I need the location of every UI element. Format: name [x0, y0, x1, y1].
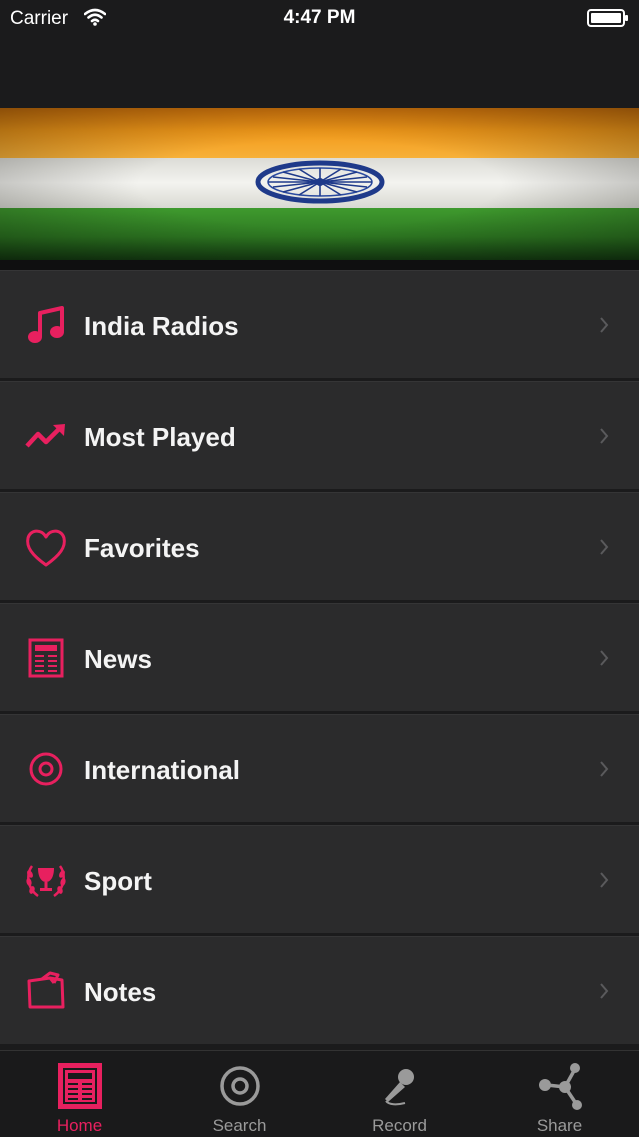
tab-label: Home	[56, 1116, 103, 1135]
menu-item-label: News	[84, 644, 152, 674]
tab-label: Share	[536, 1116, 583, 1135]
newspaper-icon	[28, 638, 64, 678]
main-menu: India Radios Most Played Favorites News …	[0, 270, 639, 1047]
battery-icon	[587, 9, 628, 27]
chevron-right-icon	[600, 317, 609, 333]
chevron-right-icon	[600, 650, 609, 666]
status-bar: Carrier 4:47 PM	[0, 0, 639, 40]
menu-item-label: Most Played	[84, 422, 236, 452]
chevron-right-icon	[600, 983, 609, 999]
tab-home[interactable]: Home	[0, 1051, 159, 1137]
ashoka-chakra-icon	[255, 160, 385, 204]
tab-label: Record	[372, 1116, 427, 1135]
heart-icon	[26, 529, 66, 567]
menu-item-label: Notes	[84, 977, 157, 1007]
menu-item-favorites[interactable]: Favorites	[0, 492, 639, 600]
menu-item-label: Favorites	[84, 533, 200, 563]
chevron-right-icon	[600, 872, 609, 888]
trend-up-icon	[25, 424, 65, 448]
share-icon	[539, 1063, 582, 1110]
newspaper-icon	[58, 1063, 102, 1109]
tab-record[interactable]: Record	[320, 1051, 479, 1137]
tab-bar: Home Search Record Share	[0, 1050, 639, 1137]
chevron-right-icon	[600, 428, 609, 444]
menu-item-notes[interactable]: Notes	[0, 936, 639, 1044]
nav-bar	[0, 40, 639, 108]
banner-divider	[0, 260, 639, 270]
microphone-icon	[385, 1069, 414, 1106]
chevron-right-icon	[600, 539, 609, 555]
menu-item-label: Sport	[84, 866, 152, 896]
tab-share[interactable]: Share	[480, 1051, 639, 1137]
menu-item-label: India Radios	[84, 311, 239, 341]
status-time: 4:47 PM	[283, 7, 356, 28]
menu-item-sport[interactable]: Sport	[0, 825, 639, 933]
menu-item-most-played[interactable]: Most Played	[0, 381, 639, 489]
music-note-icon	[28, 306, 64, 343]
tab-label: Search	[212, 1116, 267, 1135]
disc-icon	[29, 752, 63, 786]
chevron-right-icon	[600, 761, 609, 777]
trophy-icon	[26, 865, 66, 898]
menu-item-india-radios[interactable]: India Radios	[0, 270, 639, 378]
disc-icon	[220, 1066, 260, 1106]
notes-icon	[27, 971, 65, 1009]
menu-item-label: International	[84, 755, 241, 785]
tab-search[interactable]: Search	[160, 1051, 319, 1137]
menu-item-news[interactable]: News	[0, 603, 639, 711]
menu-item-international[interactable]: International	[0, 714, 639, 822]
